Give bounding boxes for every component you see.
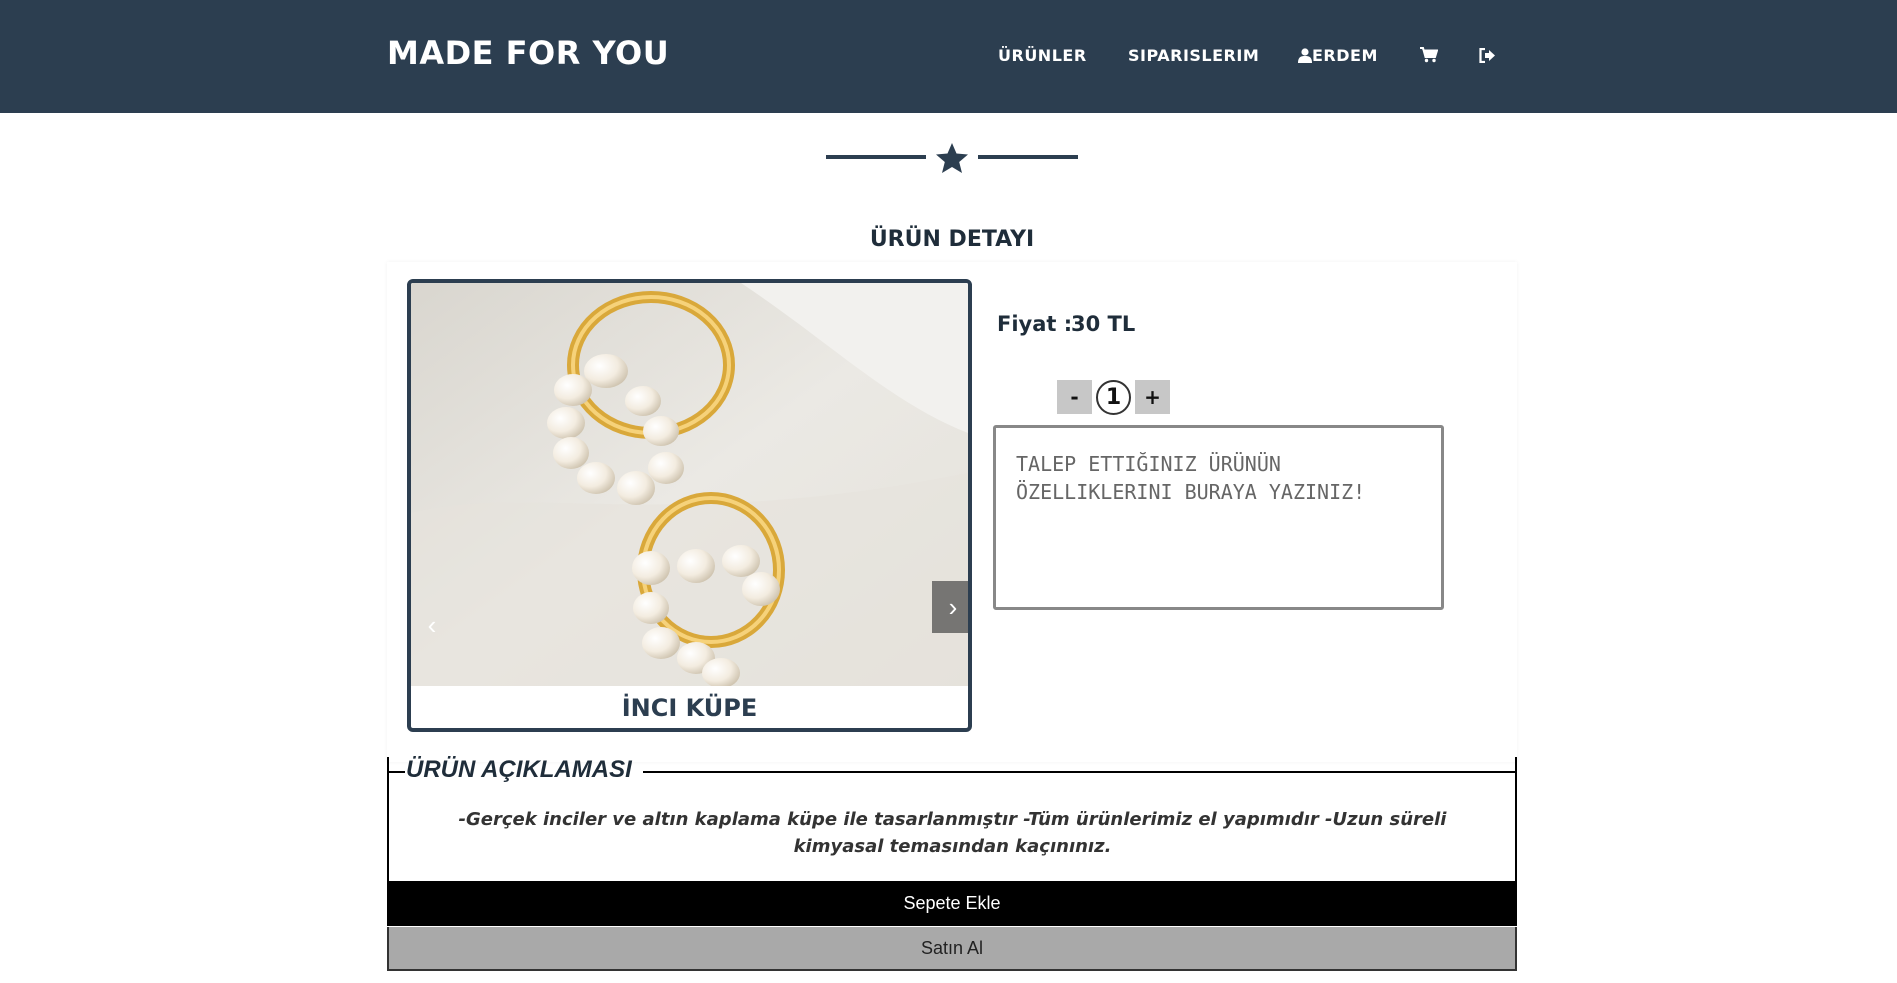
section-divider: [826, 142, 1078, 173]
nav-user[interactable]: ERDEM: [1298, 46, 1378, 65]
cart-icon[interactable]: [1420, 46, 1439, 65]
buy-now-button[interactable]: Satın Al: [387, 927, 1517, 971]
price-label: Fiyat :: [997, 312, 1073, 336]
user-icon: [1298, 46, 1312, 65]
brand-logo[interactable]: MADE FOR YOU: [387, 34, 669, 72]
quantity-increase-button[interactable]: +: [1135, 380, 1170, 414]
product-image: [411, 283, 968, 686]
carousel-next-button[interactable]: ›: [932, 581, 968, 633]
description-text: -Gerçek inciler ve altın kaplama küpe il…: [458, 809, 1447, 857]
description-legend: ÜRÜN AÇIKLAMASI: [406, 756, 632, 783]
page-title: ÜRÜN DETAYI: [869, 227, 1035, 252]
nav-user-label: ERDEM: [1312, 46, 1378, 65]
star-icon: [936, 143, 968, 173]
request-textarea[interactable]: [993, 425, 1444, 610]
carousel-prev-button[interactable]: ‹: [419, 601, 445, 649]
product-carousel: ‹ › İNCI KÜPE: [407, 279, 972, 732]
product-name: İNCI KÜPE: [621, 694, 758, 722]
top-navbar: MADE FOR YOU ÜRÜNLER SIPARISLERIM ERDEM: [0, 0, 1897, 113]
add-to-cart-button[interactable]: Sepete Ekle: [387, 881, 1517, 926]
quantity-decrease-button[interactable]: -: [1057, 380, 1092, 414]
quantity-value: 1: [1096, 380, 1131, 415]
logout-icon[interactable]: [1479, 46, 1496, 65]
price-value: 30 TL: [1071, 312, 1136, 336]
nav-orders[interactable]: SIPARISLERIM: [1128, 46, 1259, 65]
nav-products[interactable]: ÜRÜNLER: [998, 46, 1087, 65]
